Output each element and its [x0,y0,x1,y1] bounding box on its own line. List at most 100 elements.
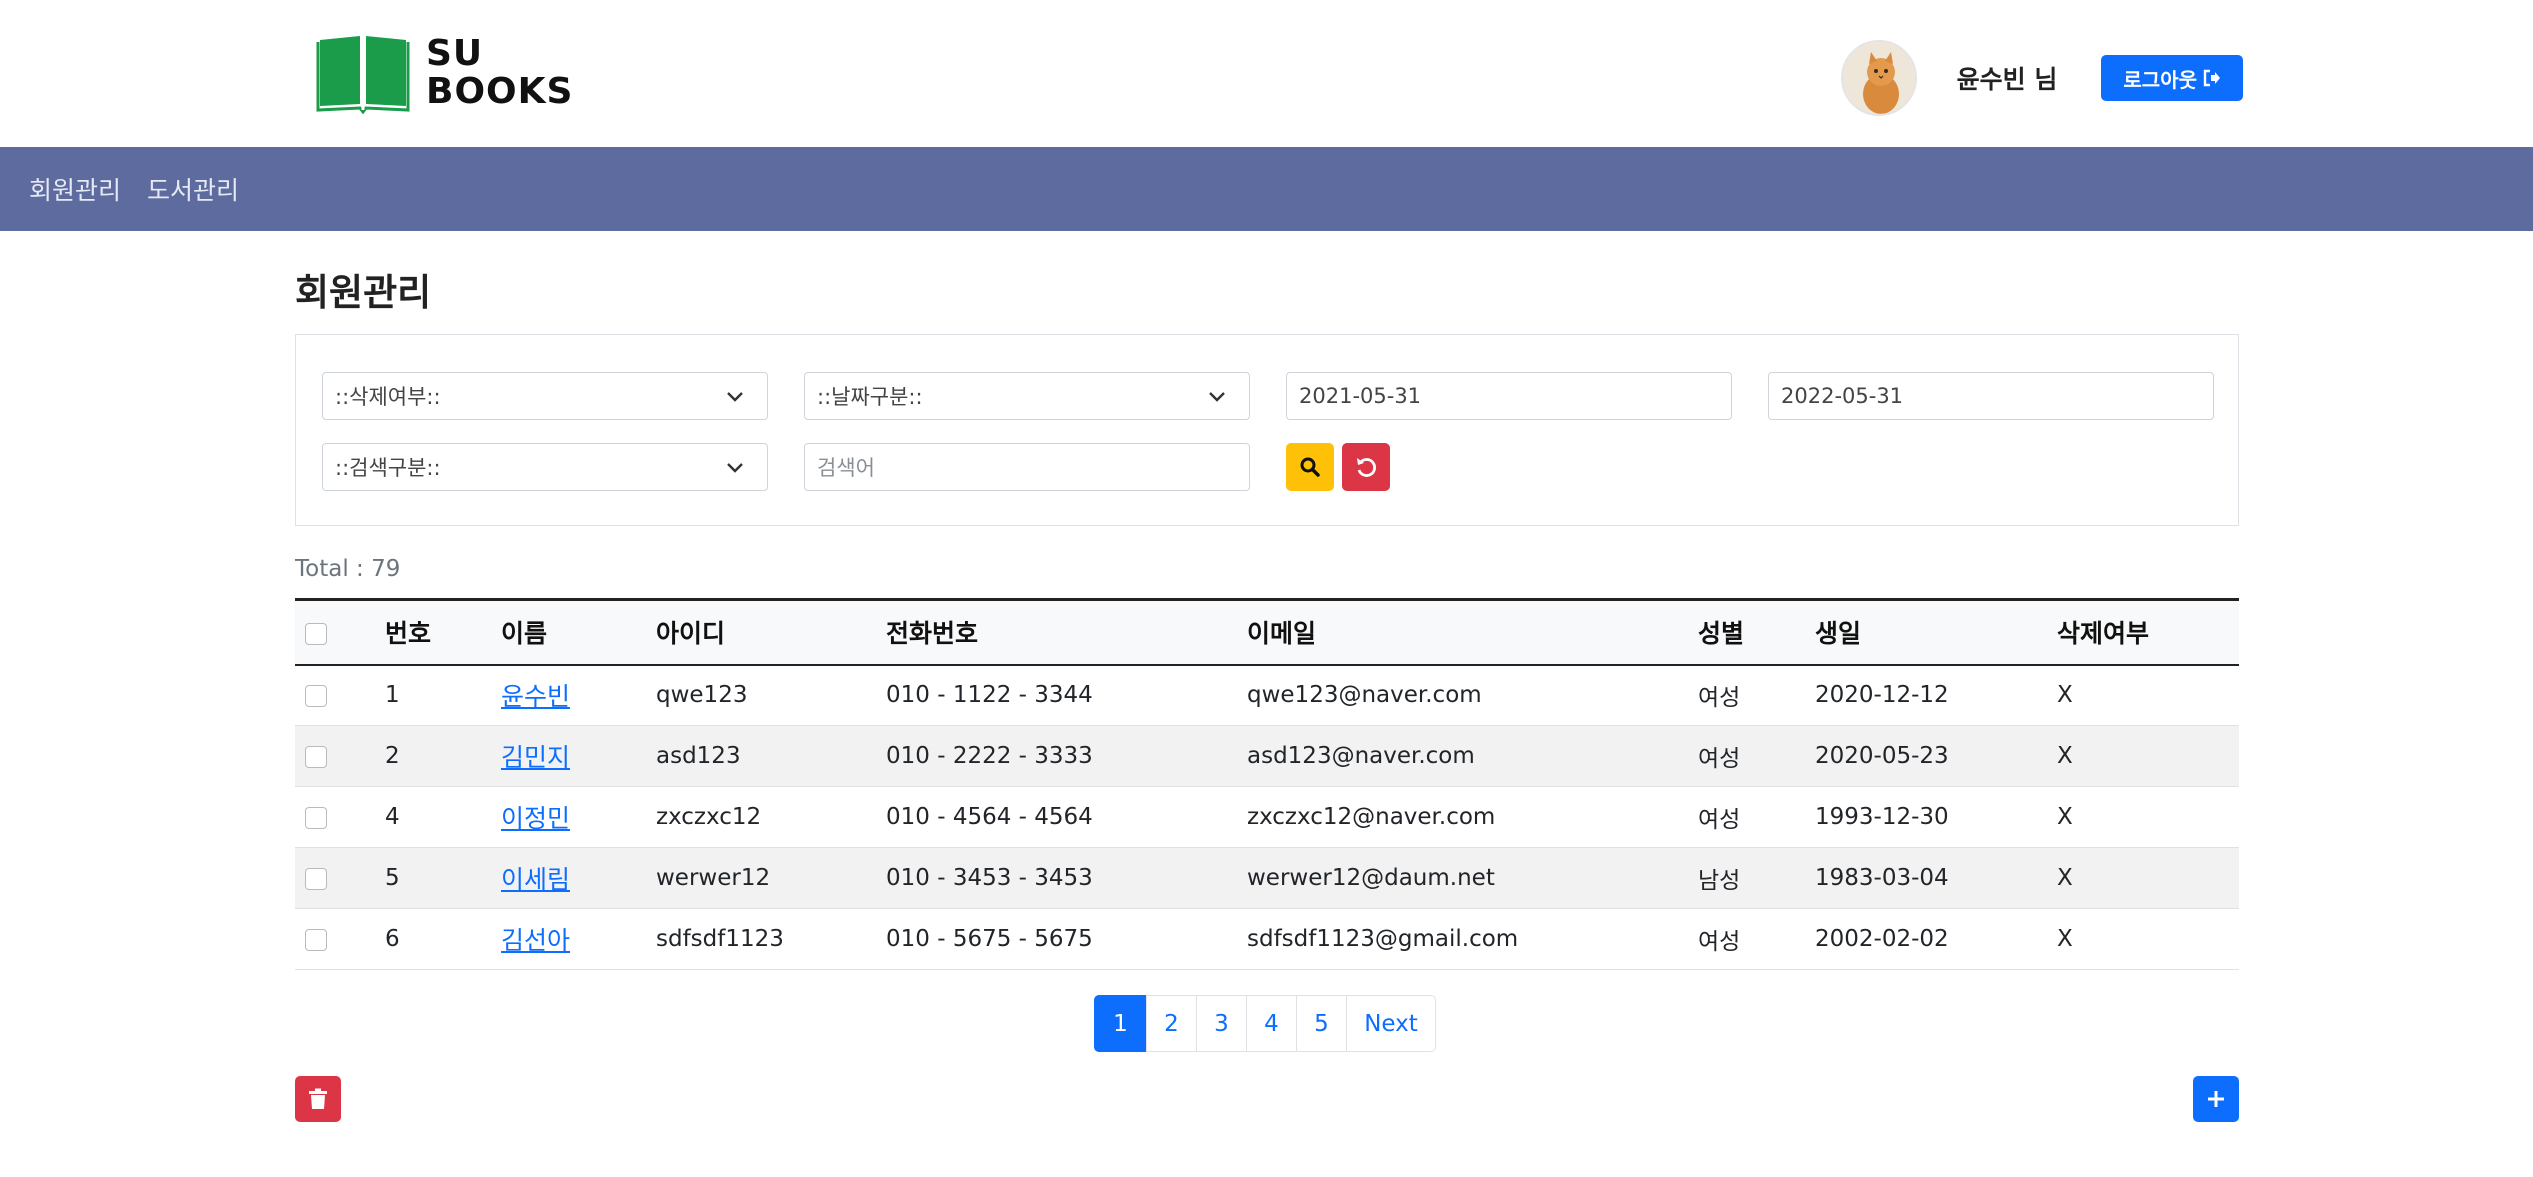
table-row: 4 이정민 zxczxc12 010 - 4564 - 4564 zxczxc1… [295,786,2239,848]
cell-deleted: X [2047,847,2239,909]
cell-phone: 010 - 1122 - 3344 [876,664,1237,726]
table-row: 1 윤수빈 qwe123 010 - 1122 - 3344 qwe123@na… [295,664,2239,726]
page-5-button[interactable]: 5 [1296,995,1347,1052]
cell-birthday: 2020-12-12 [1805,664,2047,726]
cell-phone: 010 - 2222 - 3333 [876,725,1237,787]
row-checkbox[interactable] [305,867,327,890]
logo-text-line1: SU [426,33,484,74]
delete-status-value: ::삭제여부:: [335,385,441,409]
logo-text-line2: BOOKS [426,71,574,112]
delete-status-select[interactable]: ::삭제여부:: [322,372,768,420]
cell-no: 4 [375,786,491,848]
member-name-link[interactable]: 김선아 [501,926,570,955]
cell-email: asd123@naver.com [1237,725,1688,787]
table-row: 2 김민지 asd123 010 - 2222 - 3333 asd123@na… [295,725,2239,787]
logo-text: SU BOOKS [426,35,573,111]
header-email: 이메일 [1247,619,1317,649]
header-phone: 전화번호 [886,619,979,649]
nav-item-books[interactable]: 도서관리 [147,171,239,207]
date-type-value: ::날짜구분:: [817,385,923,409]
keyword-placeholder: 검색어 [817,456,875,480]
row-checkbox-cell [295,664,375,726]
logout-button[interactable]: 로그아웃 [2101,55,2243,101]
page-title: 회원관리 [295,271,432,314]
page-1-button[interactable]: 1 [1094,995,1147,1052]
cell-id: asd123 [646,725,876,787]
cell-phone: 010 - 3453 - 3453 [876,847,1237,909]
cell-gender: 여성 [1688,908,1805,970]
cell-id: werwer12 [646,847,876,909]
user-area: 윤수빈 님 로그아웃 [1840,40,2243,116]
start-date-input[interactable]: 2021-05-31 [1286,372,1732,420]
cell-email: zxczxc12@naver.com [1237,786,1688,848]
reset-button[interactable] [1342,443,1390,491]
member-name-link[interactable]: 윤수빈 [501,682,570,711]
member-name-link[interactable]: 이세림 [501,865,570,894]
next-page-button[interactable]: Next [1346,995,1436,1052]
add-member-button[interactable] [2193,1076,2239,1122]
main-navbar: 회원관리 도서관리 [0,147,2533,231]
trash-icon [309,1088,327,1109]
row-checkbox[interactable] [305,684,327,707]
sign-out-icon [2203,69,2220,87]
page-4-button[interactable]: 4 [1246,995,1297,1052]
select-all-checkbox[interactable] [305,622,327,645]
cell-deleted: X [2047,725,2239,787]
row-checkbox[interactable] [305,806,327,829]
cell-phone: 010 - 5675 - 5675 [876,908,1237,970]
header-id: 아이디 [656,619,726,649]
cell-deleted: X [2047,664,2239,726]
filter-panel: ::삭제여부:: ::날짜구분:: 2021-05-31 2022-05-31 … [295,334,2239,526]
logo[interactable]: SU BOOKS [316,32,573,114]
header-birthday: 생일 [1815,619,1862,649]
cell-phone: 010 - 4564 - 4564 [876,786,1237,848]
row-checkbox[interactable] [305,745,327,768]
cell-name: 이세림 [491,847,646,909]
nav-item-members[interactable]: 회원관리 [29,171,121,207]
cell-gender: 여성 [1688,786,1805,848]
end-date-input[interactable]: 2022-05-31 [1768,372,2214,420]
search-type-select[interactable]: ::검색구분:: [322,443,768,491]
book-logo-icon [316,36,410,114]
avatar[interactable] [1840,40,1917,116]
search-type-value: ::검색구분:: [335,456,441,480]
row-checkbox-cell [295,786,375,848]
total-count: Total : 79 [295,556,401,582]
logout-label: 로그아웃 [2123,67,2197,92]
row-checkbox[interactable] [305,928,327,951]
cell-deleted: X [2047,908,2239,970]
table-header-row: 번호 이름 아이디 전화번호 이메일 성별 생일 삭제여부 [295,599,2239,665]
cell-no: 2 [375,725,491,787]
delete-selected-button[interactable] [295,1076,341,1122]
plus-icon [2208,1091,2224,1107]
search-button[interactable] [1286,443,1334,491]
cell-email: sdfsdf1123@gmail.com [1237,908,1688,970]
cat-avatar-icon [1842,42,1915,114]
cell-name: 이정민 [491,786,646,848]
table-row: 6 김선아 sdfsdf1123 010 - 5675 - 5675 sdfsd… [295,908,2239,970]
page-2-button[interactable]: 2 [1146,995,1197,1052]
header: SU BOOKS 윤수빈 님 로그아웃 [0,0,2533,147]
date-type-select[interactable]: ::날짜구분:: [804,372,1250,420]
cell-gender: 여성 [1688,725,1805,787]
cell-email: qwe123@naver.com [1237,664,1688,726]
cell-no: 6 [375,908,491,970]
chevron-down-icon [727,392,743,402]
end-date-value: 2022-05-31 [1781,384,1904,408]
table-row: 5 이세림 werwer12 010 - 3453 - 3453 werwer1… [295,847,2239,909]
member-name-link[interactable]: 이정민 [501,804,570,833]
keyword-input[interactable]: 검색어 [804,443,1250,491]
cell-no: 5 [375,847,491,909]
cell-name: 김민지 [491,725,646,787]
cell-no: 1 [375,664,491,726]
chevron-down-icon [1209,392,1225,402]
cell-birthday: 2002-02-02 [1805,908,2047,970]
cell-name: 김선아 [491,908,646,970]
cell-birthday: 1993-12-30 [1805,786,2047,848]
cell-name: 윤수빈 [491,664,646,726]
pagination: 1 2 3 4 5 Next [1094,995,1436,1052]
row-checkbox-cell [295,908,375,970]
cell-birthday: 1983-03-04 [1805,847,2047,909]
page-3-button[interactable]: 3 [1196,995,1247,1052]
member-name-link[interactable]: 김민지 [501,743,570,772]
